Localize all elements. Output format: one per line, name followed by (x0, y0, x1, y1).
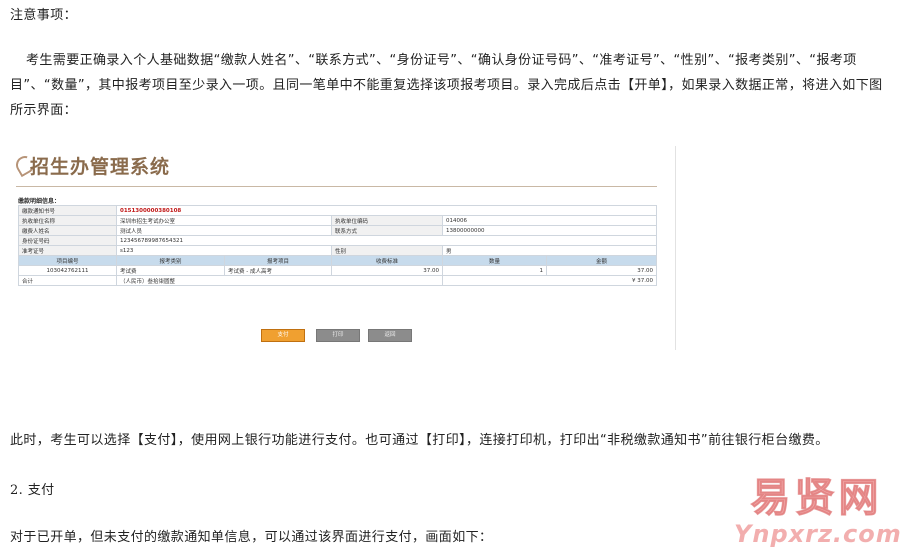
field-label: 执收单位编码 (331, 215, 443, 226)
column-header: 金额 (545, 255, 658, 266)
column-header: 收费标准 (331, 255, 443, 266)
table-row: 身份证号码 123456789987654321 (18, 235, 658, 246)
field-value: 13800000000 (441, 225, 658, 236)
item-project: 考试费 - 成人高考 (224, 265, 332, 276)
column-header: 报考项目 (224, 255, 332, 266)
item-category: 考试费 (116, 265, 225, 276)
watermark-logo: 易贤网 Ynpxrz.com (734, 475, 902, 554)
field-label: 性别 (331, 245, 443, 256)
print-button[interactable]: 打印 (316, 329, 360, 342)
column-header: 报考类别 (116, 255, 225, 266)
field-value: 014006 (441, 215, 658, 226)
after-paragraph: 此时，考生可以选择【支付】，使用网上银行功能进行支付。也可通过【打印】，连接打印… (10, 433, 829, 448)
field-value: 深圳市招生考试办公室 (116, 215, 332, 226)
watermark-en: Ynpxrz.com (734, 520, 902, 548)
table-row: 103042762111 考试费 考试费 - 成人高考 37.00 1 37.0… (18, 265, 658, 276)
column-header: 数量 (442, 255, 547, 266)
field-label: 身份证号码 (18, 235, 117, 246)
notice-number: 0151300000380108 (115, 205, 658, 216)
notes-title: 注意事项： (10, 8, 78, 23)
total-label: 合计 (18, 275, 117, 286)
back-button[interactable]: 返回 (368, 329, 412, 342)
item-qty: 1 (442, 265, 547, 276)
watermark-cn: 易贤网 (750, 475, 883, 521)
field-value: s123 (116, 245, 332, 256)
intro-paragraph: 考生需要正确录入个人基础数据“缴款人姓名”、“联系方式”、“身份证号”、“确认身… (10, 53, 883, 118)
column-header: 项目编号 (18, 255, 117, 266)
field-label: 准考证号 (18, 245, 117, 256)
field-value: 测试人员 (116, 225, 332, 236)
item-code: 103042762111 (18, 265, 117, 276)
total-amount: ¥ 37.00 (441, 275, 658, 286)
total-row: 合计 （人民币）叁拾柒圆整 ¥ 37.00 (18, 275, 658, 286)
field-value: 男 (441, 245, 658, 256)
table-row: 准考证号 s123 性别 男 (18, 245, 658, 256)
field-value: 123456789987654321 (115, 235, 658, 246)
field-label: 缴费人姓名 (18, 225, 117, 236)
total-words: （人民币）叁拾柒圆整 (116, 275, 443, 286)
panel-title: 缴款明细信息： (18, 198, 61, 205)
item-price: 37.00 (331, 265, 443, 276)
brand-title: 招生办管理系统 (30, 156, 171, 178)
table-row: 缴款通知书号 0151300000380108 (18, 205, 658, 216)
field-label: 缴款通知书号 (18, 205, 117, 216)
field-label: 执收单位名称 (18, 215, 117, 226)
payment-detail-table: 缴款通知书号 0151300000380108 执收单位名称 深圳市招生考试办公… (18, 205, 658, 286)
table-row: 执收单位名称 深圳市招生考试办公室 执收单位编码 014006 (18, 215, 658, 226)
table-row: 缴费人姓名 测试人员 联系方式 13800000000 (18, 225, 658, 236)
table-header-row: 项目编号 报考类别 报考项目 收费标准 数量 金额 (18, 255, 658, 266)
divider (16, 186, 657, 187)
pay-button[interactable]: 支付 (261, 329, 305, 342)
item-amount: 37.00 (545, 265, 658, 276)
embedded-screenshot: 招生办管理系统 缴款明细信息： 缴款通知书号 0151300000380108 … (12, 146, 676, 350)
field-label: 联系方式 (331, 225, 443, 236)
